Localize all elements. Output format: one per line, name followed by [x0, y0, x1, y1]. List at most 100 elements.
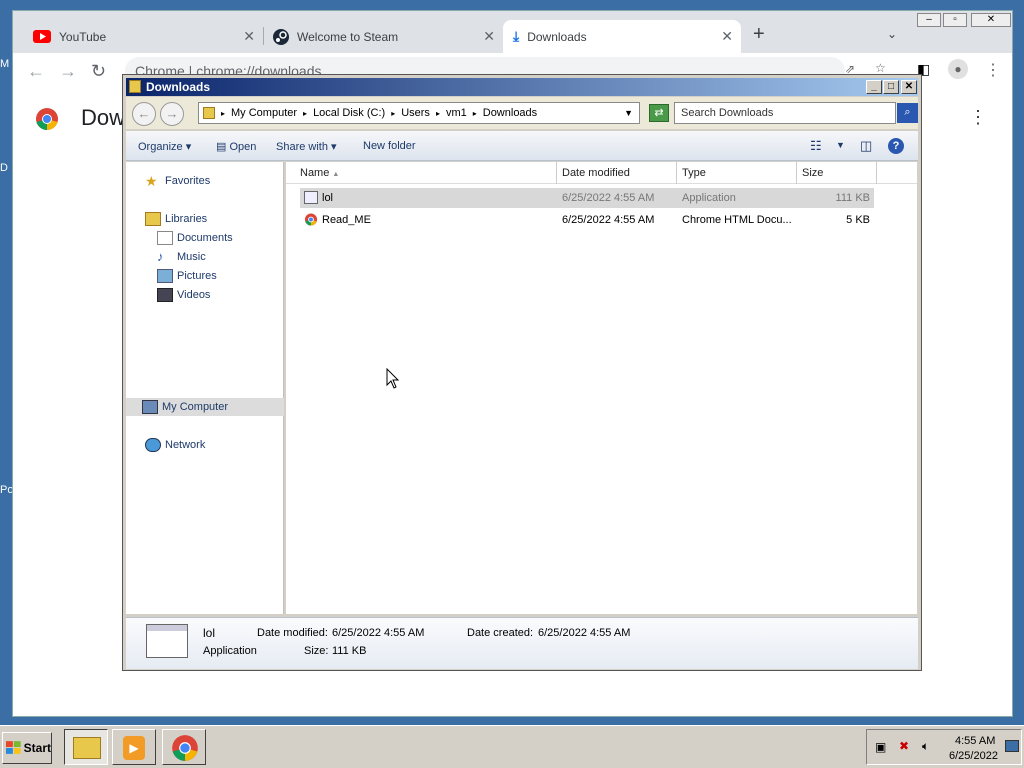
clock-time[interactable]: 4:55 AM: [955, 735, 995, 747]
nav-libraries[interactable]: Libraries: [145, 212, 207, 226]
breadcrumb-item[interactable]: Users: [401, 107, 430, 119]
menu-icon[interactable]: ⋮: [985, 60, 1001, 80]
search-icon[interactable]: ⌕: [897, 103, 918, 123]
file-row[interactable]: lol 6/25/2022 4:55 AM Application 111 KB: [300, 188, 874, 208]
start-button[interactable]: Start: [2, 732, 52, 764]
nav-favorites[interactable]: ★ Favorites: [145, 174, 210, 188]
close-button[interactable]: ✕: [971, 13, 1011, 27]
reload-icon[interactable]: ↻: [91, 61, 106, 82]
new-folder-button[interactable]: New folder: [363, 140, 416, 152]
minimize-button[interactable]: _: [866, 80, 882, 94]
breadcrumb-item[interactable]: Downloads: [483, 107, 537, 119]
profile-icon[interactable]: ●: [948, 59, 968, 79]
search-input[interactable]: Search Downloads: [674, 102, 896, 124]
details-size: 111 KB: [332, 645, 367, 657]
maximize-button[interactable]: □: [883, 80, 899, 94]
tab-strip: YouTube ✕ Welcome to Steam ✕ ⤓ Downloads…: [13, 11, 1012, 53]
taskbar-chrome[interactable]: [162, 729, 206, 765]
preview-pane-icon[interactable]: ◫: [860, 138, 872, 154]
open-button[interactable]: ▤ Open: [216, 140, 256, 153]
details-pane: lol Application Date modified: 6/25/2022…: [126, 617, 918, 669]
file-list: Name ▲ Date modified Type Size lol 6/25/…: [286, 162, 917, 614]
document-icon: [157, 231, 173, 245]
forward-icon[interactable]: →: [59, 61, 77, 82]
back-button[interactable]: ←: [132, 102, 156, 126]
tab-title: YouTube: [59, 29, 107, 44]
music-icon: ♪: [157, 249, 164, 264]
forward-button[interactable]: →: [160, 102, 184, 126]
nav-videos[interactable]: Videos: [157, 288, 210, 302]
chrome-logo-icon: [36, 108, 58, 130]
minimize-button[interactable]: –: [917, 13, 941, 27]
menu-icon[interactable]: ⋮: [969, 107, 987, 128]
action-center-icon[interactable]: ✖: [899, 739, 909, 753]
nav-pictures[interactable]: Pictures: [157, 269, 217, 283]
media-player-icon: ▶: [123, 736, 145, 760]
taskbar-explorer[interactable]: [64, 729, 108, 765]
sort-up-icon: ▲: [332, 171, 340, 178]
share-with-button[interactable]: Share with ▾: [276, 140, 337, 153]
column-header: Name ▲ Date modified Type Size: [286, 162, 917, 184]
breadcrumb-item[interactable]: vm1: [446, 107, 467, 119]
close-button[interactable]: ✕: [901, 80, 917, 94]
breadcrumb-item[interactable]: My Computer: [231, 107, 297, 119]
nav-network[interactable]: Network: [145, 438, 205, 452]
tab-downloads[interactable]: ⤓ Downloads ✕: [503, 20, 741, 53]
bookmark-star-icon[interactable]: ☆: [875, 61, 886, 75]
download-icon: ⤓: [513, 28, 520, 44]
show-desktop-icon[interactable]: [1005, 740, 1019, 752]
star-icon: ★: [145, 173, 158, 189]
title-bar[interactable]: Downloads _ □ ✕: [126, 78, 918, 96]
details-size-label: Size:: [304, 645, 329, 657]
file-row[interactable]: Read_ME 6/25/2022 4:55 AM Chrome HTML Do…: [300, 210, 874, 230]
address-row: ← → ▸ My Computer ▸ Local Disk (C:) ▸ Us…: [126, 97, 918, 129]
command-bar: Organize ▾ ▤ Open Share with ▾ New folde…: [126, 131, 918, 161]
file-date: 6/25/2022 4:55 AM: [562, 192, 655, 204]
tab-youtube[interactable]: YouTube ✕: [33, 20, 263, 53]
col-type[interactable]: Type: [682, 167, 706, 179]
tab-title: Downloads: [527, 29, 587, 44]
folder-icon: [203, 107, 215, 119]
steam-icon: [273, 28, 289, 45]
back-icon[interactable]: ←: [27, 61, 45, 82]
breadcrumb[interactable]: ▸ My Computer ▸ Local Disk (C:) ▸ Users …: [198, 102, 640, 124]
volume-icon[interactable]: 🔈︎: [922, 739, 929, 754]
new-tab-button[interactable]: +: [753, 23, 765, 46]
help-icon[interactable]: ?: [888, 138, 904, 154]
details-created: 6/25/2022 4:55 AM: [538, 627, 631, 639]
tab-search-icon[interactable]: ⌄: [887, 27, 897, 41]
nav-documents[interactable]: Documents: [157, 231, 233, 245]
folder-icon: [73, 737, 101, 759]
chevron-down-icon[interactable]: ▼: [624, 108, 633, 118]
col-name[interactable]: Name ▲: [300, 167, 339, 179]
close-icon[interactable]: ✕: [243, 28, 255, 45]
col-size[interactable]: Size: [802, 167, 823, 179]
chevron-down-icon[interactable]: ▼: [836, 140, 845, 150]
system-tray: ▣ ✖ 🔈︎ 4:55 AM 6/25/2022: [866, 729, 1022, 765]
nav-my-computer[interactable]: My Computer: [126, 398, 284, 416]
taskbar-media-player[interactable]: ▶: [112, 729, 156, 765]
clock-date[interactable]: 6/25/2022: [949, 750, 998, 762]
close-icon[interactable]: ✕: [721, 28, 733, 45]
details-name: lol: [203, 626, 216, 640]
application-icon: [304, 191, 318, 204]
tab-steam[interactable]: Welcome to Steam ✕: [273, 20, 503, 53]
details-modified: 6/25/2022 4:55 AM: [332, 627, 425, 639]
nav-music[interactable]: ♪ Music: [157, 250, 206, 264]
restore-button[interactable]: ▫: [943, 13, 967, 27]
organize-button[interactable]: Organize ▾: [138, 140, 191, 153]
application-icon: [146, 624, 188, 658]
file-date: 6/25/2022 4:55 AM: [562, 214, 655, 226]
explorer-window: Downloads _ □ ✕ ← → ▸ My Computer ▸ Loca…: [122, 74, 922, 671]
network-tray-icon[interactable]: ▣: [875, 740, 886, 754]
library-icon: [145, 212, 161, 226]
breadcrumb-item[interactable]: Local Disk (C:): [313, 107, 385, 119]
refresh-button[interactable]: ⇄: [649, 104, 669, 122]
windows-logo-icon: [6, 741, 21, 754]
chrome-icon: [172, 735, 198, 761]
views-icon[interactable]: ☷: [810, 138, 822, 154]
close-icon[interactable]: ✕: [483, 28, 495, 45]
file-size: 5 KB: [846, 214, 870, 226]
page-title: Dow: [81, 105, 126, 130]
col-date[interactable]: Date modified: [562, 167, 630, 179]
